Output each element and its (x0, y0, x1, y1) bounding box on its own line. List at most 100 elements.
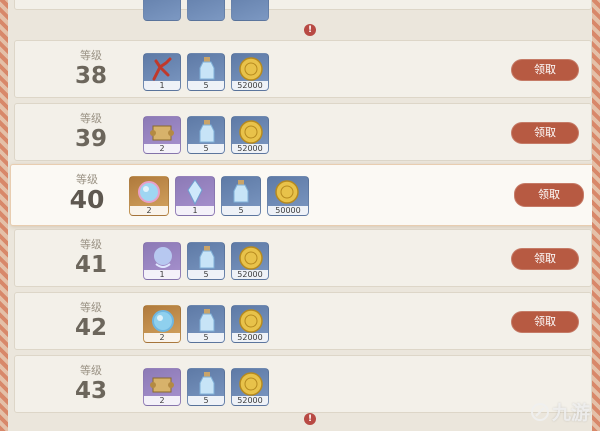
reward-row: 等级 39 2 5 52000 领取 (14, 103, 592, 161)
reward-item[interactable] (231, 0, 269, 21)
level-number: 42 (74, 315, 107, 341)
mora-coin-icon (239, 246, 263, 270)
red-coral-icon (152, 57, 172, 81)
level-number: 39 (74, 126, 107, 152)
claim-button[interactable]: 领取 (511, 311, 579, 333)
reward-item[interactable]: 2 (143, 305, 181, 343)
reward-row-highlighted: 等级 40 2 1 5 50000 领取 (10, 164, 592, 226)
watermark-text: 九游 (551, 402, 590, 424)
item-count: 5 (188, 144, 224, 153)
reward-item[interactable]: 52000 (231, 242, 269, 280)
item-count: 52000 (232, 81, 268, 90)
level-label: 等级 (80, 301, 102, 314)
reward-items: 1 5 52000 (143, 242, 269, 280)
potion-bottle-icon (199, 246, 215, 269)
potion-bottle-icon (199, 372, 215, 395)
crystal-shard-icon (187, 179, 203, 206)
reward-row: 等级 43 2 5 52000 (14, 355, 592, 413)
item-count: 1 (144, 81, 180, 90)
item-count: 52000 (232, 333, 268, 342)
claim-button[interactable]: 领取 (511, 122, 579, 144)
reward-item[interactable]: 5 (187, 368, 225, 406)
item-count: 2 (130, 206, 168, 215)
item-count: 5 (188, 396, 224, 405)
reward-item[interactable]: 1 (143, 242, 181, 280)
reward-item[interactable]: 52000 (231, 368, 269, 406)
potion-bottle-icon (199, 120, 215, 143)
level-box: 等级 39 (55, 112, 127, 152)
potion-bottle-icon (233, 180, 249, 203)
level-box: 等级 42 (55, 301, 127, 341)
reward-item[interactable]: 5 (221, 176, 261, 216)
reward-row: 等级 38 1 5 52000 领取 (14, 40, 592, 98)
claim-button[interactable]: 领取 (511, 59, 579, 81)
reward-item[interactable]: 52000 (231, 305, 269, 343)
reward-item[interactable]: 2 (129, 176, 169, 216)
level-label: 等级 (80, 112, 102, 125)
mora-coin-icon (239, 57, 263, 81)
reward-item[interactable]: 2 (143, 368, 181, 406)
level-number: 40 (69, 185, 105, 214)
reward-row: 等级 41 1 5 52000 领取 (14, 229, 592, 287)
item-count: 2 (144, 333, 180, 342)
reward-item[interactable]: 5 (187, 242, 225, 280)
reward-list-panel[interactable]: ! 等级 38 1 5 52000 领取 等级 39 2 5 52000 领取 … (8, 0, 592, 431)
reward-items: 2 5 52000 (143, 368, 269, 406)
mora-coin-icon (239, 120, 263, 144)
crescent-orb-icon (154, 247, 172, 268)
reward-item[interactable]: 5 (187, 116, 225, 154)
item-count: 5 (222, 206, 260, 215)
reward-items: 1 5 52000 (143, 53, 269, 91)
potion-bottle-icon (199, 57, 215, 80)
reward-items: 2 1 5 50000 (129, 176, 309, 216)
level-label: 等级 (80, 238, 102, 251)
item-count: 2 (144, 144, 180, 153)
jiuyou-logo-icon (530, 402, 549, 421)
item-count: 2 (144, 396, 180, 405)
item-count: 52000 (232, 396, 268, 405)
mora-coin-icon (239, 309, 263, 333)
reward-row-partial-top (14, 0, 592, 21)
item-count: 50000 (268, 206, 308, 215)
item-count: 5 (188, 270, 224, 279)
item-count: 52000 (232, 270, 268, 279)
level-box: 等级 43 (55, 364, 127, 404)
scroll-icon (150, 377, 174, 393)
reward-item[interactable]: 5 (187, 53, 225, 91)
notice-dot-icon: ! (304, 413, 316, 425)
crystal-orb-icon (138, 181, 160, 203)
level-number: 43 (74, 378, 107, 404)
crystal-orb-icon (152, 310, 174, 332)
watermark: 九游 (530, 398, 590, 425)
reward-item[interactable]: 1 (175, 176, 215, 216)
scroll-icon (150, 125, 174, 141)
reward-items: 2 5 52000 (143, 116, 269, 154)
level-box: 等级 38 (55, 49, 127, 89)
reward-items: 2 5 52000 (143, 305, 269, 343)
right-pattern-border (592, 0, 600, 431)
level-box: 等级 40 (51, 173, 123, 213)
level-number: 41 (74, 252, 107, 278)
reward-item[interactable]: 52000 (231, 116, 269, 154)
reward-item[interactable]: 1 (143, 53, 181, 91)
reward-item[interactable]: 52000 (231, 53, 269, 91)
mora-coin-icon (239, 372, 263, 396)
potion-bottle-icon (199, 309, 215, 332)
reward-item[interactable]: 5 (187, 305, 225, 343)
claim-button[interactable]: 领取 (514, 183, 584, 207)
item-count: 1 (144, 270, 180, 279)
reward-item[interactable]: 50000 (267, 176, 309, 216)
notice-dot-icon: ! (304, 24, 316, 36)
reward-item[interactable] (187, 0, 225, 21)
item-count: 52000 (232, 144, 268, 153)
mora-coin-icon (275, 180, 299, 204)
level-label: 等级 (80, 364, 102, 377)
item-count: 5 (188, 81, 224, 90)
reward-item[interactable]: 2 (143, 116, 181, 154)
claim-button[interactable]: 领取 (511, 248, 579, 270)
level-box: 等级 41 (55, 238, 127, 278)
item-count: 5 (188, 333, 224, 342)
level-label: 等级 (80, 49, 102, 62)
left-pattern-border (0, 0, 8, 431)
reward-item[interactable] (143, 0, 181, 21)
